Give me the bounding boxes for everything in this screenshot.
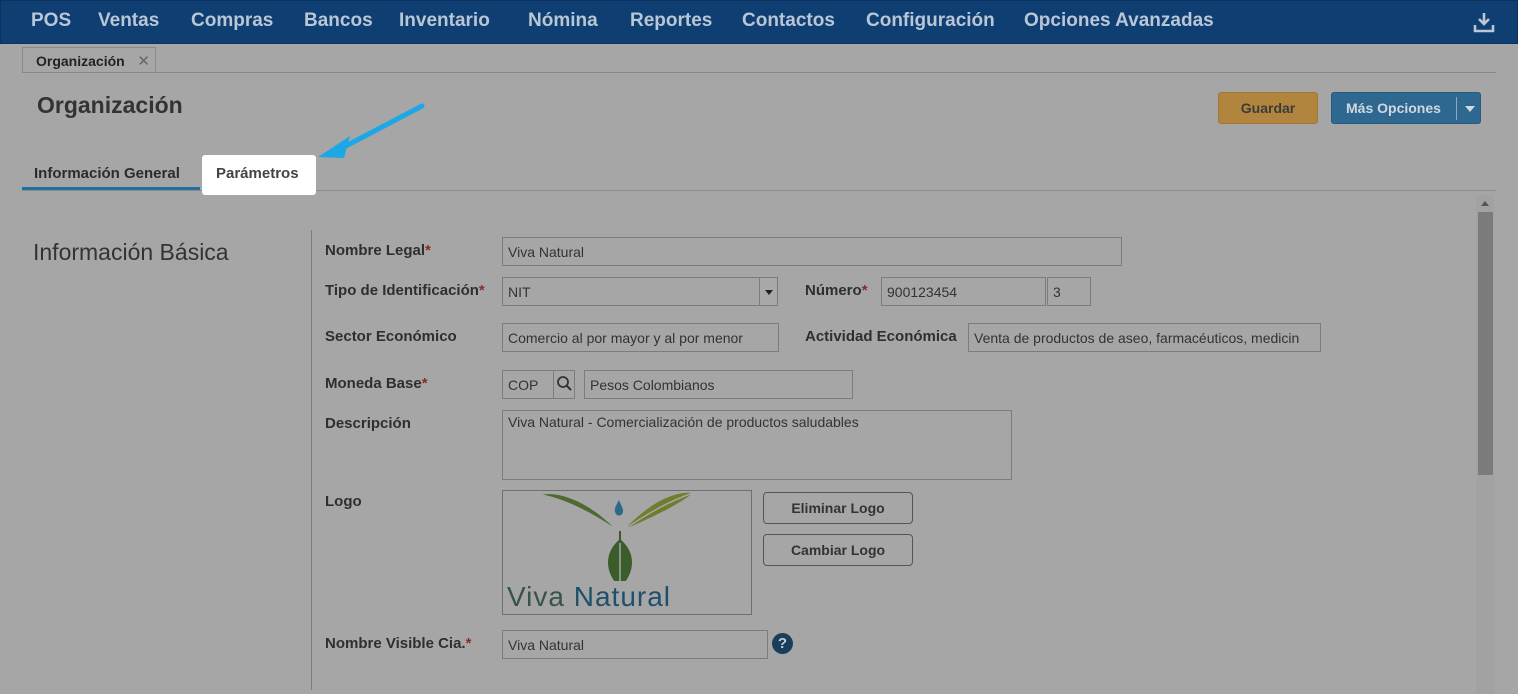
scrollbar-thumb[interactable] — [1478, 212, 1493, 475]
description-textarea[interactable]: Viva Natural - Comercialización de produ… — [502, 410, 1012, 480]
scroll-up-icon[interactable] — [1476, 195, 1494, 211]
chevron-down-icon[interactable] — [759, 277, 778, 306]
nav-item-compras[interactable]: Compras — [191, 10, 273, 32]
document-tab-strip: Organización ✕ — [22, 45, 1496, 73]
search-icon[interactable] — [553, 370, 575, 399]
id-type-select[interactable]: NIT — [502, 277, 760, 306]
leaf-logo-icon — [540, 492, 694, 581]
visible-name-label: Nombre Visible Cia.* — [325, 635, 472, 652]
chevron-down-icon[interactable] — [1465, 106, 1475, 112]
required-mark: * — [861, 282, 868, 299]
delete-logo-button[interactable]: Eliminar Logo — [763, 492, 913, 524]
vertical-divider — [311, 230, 312, 690]
logo-label: Logo — [325, 493, 362, 510]
legal-name-label: Nombre Legal* — [325, 242, 431, 259]
help-icon[interactable]: ? — [772, 633, 793, 654]
description-label: Descripción — [325, 415, 411, 432]
nav-item-inventario[interactable]: Inventario — [399, 10, 490, 32]
section-title-informacion-basica: Información Básica — [33, 239, 229, 265]
document-tab-organizacion[interactable]: Organización ✕ — [22, 47, 156, 72]
sector-label: Sector Económico — [325, 328, 457, 345]
required-mark: * — [425, 242, 431, 259]
check-digit-input[interactable]: 3 — [1047, 277, 1091, 306]
more-options-label: Más Opciones — [1346, 100, 1441, 116]
currency-code-input[interactable]: COP — [502, 370, 555, 399]
nav-item-opciones-avanzadas[interactable]: Opciones Avanzadas — [1024, 10, 1214, 32]
currency-name-input[interactable]: Pesos Colombianos — [584, 370, 853, 399]
nav-item-ventas[interactable]: Ventas — [98, 10, 159, 32]
activity-label: Actividad Económica — [805, 328, 957, 345]
tab-informacion-general[interactable]: Información General — [22, 155, 200, 190]
id-type-label: Tipo de Identificación* — [325, 282, 485, 299]
nav-item-contactos[interactable]: Contactos — [742, 10, 835, 32]
visible-name-input[interactable]: Viva Natural — [502, 630, 768, 659]
close-icon[interactable]: ✕ — [137, 52, 150, 70]
section-tabs: Información General Parámetros — [22, 155, 1496, 195]
logo-image: Viva Natural — [502, 490, 752, 615]
required-mark: * — [478, 282, 485, 299]
currency-label: Moneda Base* — [325, 375, 428, 392]
required-mark: * — [465, 635, 472, 652]
page-title: Organización — [37, 92, 183, 118]
number-label: Número* — [805, 282, 868, 299]
id-number-input[interactable]: 900123454 — [881, 277, 1046, 306]
logo-wordmark: Viva Natural — [507, 581, 672, 612]
top-nav: POS Ventas Compras Bancos Inventario Nóm… — [0, 0, 1518, 44]
nav-item-bancos[interactable]: Bancos — [304, 10, 373, 32]
nav-item-nomina[interactable]: Nómina — [528, 10, 598, 32]
download-icon[interactable] — [1473, 11, 1495, 33]
sector-input[interactable]: Comercio al por mayor y al por menor — [502, 323, 779, 352]
activity-input[interactable]: Venta de productos de aseo, farmacéutico… — [968, 323, 1321, 352]
more-options-button[interactable]: Más Opciones — [1331, 92, 1481, 124]
legal-name-input[interactable]: Viva Natural — [502, 237, 1122, 266]
annotation-arrow-icon — [318, 103, 425, 158]
tab-parametros[interactable]: Parámetros — [202, 155, 316, 195]
nav-item-pos[interactable]: POS — [31, 10, 71, 32]
required-mark: * — [421, 375, 428, 392]
save-button[interactable]: Guardar — [1218, 92, 1318, 124]
document-tab-label: Organización — [36, 53, 125, 69]
nav-item-configuracion[interactable]: Configuración — [866, 10, 995, 32]
nav-item-reportes[interactable]: Reportes — [630, 10, 712, 32]
button-divider — [1456, 97, 1457, 120]
change-logo-button[interactable]: Cambiar Logo — [763, 534, 913, 566]
